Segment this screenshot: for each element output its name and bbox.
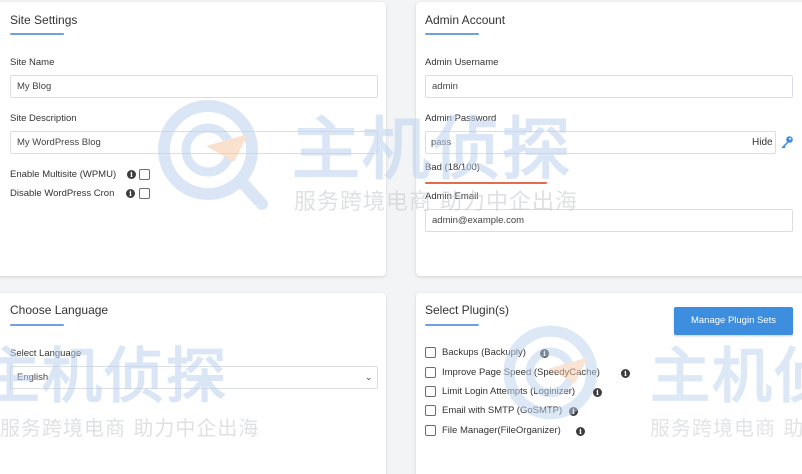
admin-email-input[interactable]: admin@example.com — [425, 209, 793, 232]
plugin-label: Improve Page Speed (SpeedyCache) — [442, 367, 600, 378]
disable-cron-checkbox[interactable] — [139, 188, 150, 199]
info-icon[interactable]: i — [540, 349, 549, 358]
multisite-checkbox[interactable] — [139, 169, 150, 180]
site-description-input[interactable]: My WordPress Blog — [10, 131, 378, 154]
select-plugins-card: Select Plugin(s) Manage Plugin Sets Back… — [416, 293, 802, 474]
admin-account-card: Admin Account Admin Username admin Admin… — [416, 2, 802, 276]
plugin-checkbox-backuply[interactable] — [425, 347, 436, 358]
admin-account-title-underline — [425, 33, 479, 35]
disable-cron-info-icon[interactable]: i — [126, 189, 135, 198]
site-settings-title: Site Settings — [10, 13, 78, 27]
select-plugins-title-underline — [425, 324, 479, 326]
choose-language-card: Choose Language Select Language English … — [0, 293, 386, 474]
multisite-label: Enable Multisite (WPMU) — [10, 169, 117, 180]
hide-password-toggle[interactable]: Hide — [752, 137, 773, 148]
info-icon[interactable]: i — [621, 369, 630, 378]
plugin-checkbox-gosmtp[interactable] — [425, 405, 436, 416]
disable-cron-label: Disable WordPress Cron — [10, 188, 115, 199]
chevron-down-icon[interactable]: ⌄ — [365, 372, 373, 383]
select-plugins-title: Select Plugin(s) — [425, 303, 510, 317]
site-description-label: Site Description — [10, 113, 77, 124]
admin-password-input[interactable]: pass — [425, 131, 776, 154]
plugin-label: Email with SMTP (GoSMTP) — [442, 405, 563, 416]
manage-plugin-sets-button[interactable]: Manage Plugin Sets — [674, 307, 793, 335]
site-settings-card: Site Settings Site Name My Blog Site Des… — [0, 2, 386, 276]
info-icon[interactable]: i — [569, 407, 578, 416]
admin-username-input[interactable]: admin — [425, 75, 793, 98]
plugin-checkbox-speedycache[interactable] — [425, 367, 436, 378]
plugin-label: Backups (Backuply) — [442, 347, 526, 358]
password-strength-bar — [425, 182, 547, 184]
admin-email-label: Admin Email — [425, 191, 479, 202]
installer-page: Site Settings Site Name My Blog Site Des… — [0, 0, 802, 474]
plugin-label: File Manager(FileOrganizer) — [442, 425, 561, 436]
admin-username-label: Admin Username — [425, 57, 499, 68]
multisite-info-icon[interactable]: i — [127, 170, 136, 179]
choose-language-title: Choose Language — [10, 303, 109, 317]
password-strength-text: Bad (18/100) — [425, 162, 480, 173]
site-settings-title-underline — [10, 33, 64, 35]
plugin-checkbox-fileorganizer[interactable] — [425, 425, 436, 436]
key-icon[interactable] — [780, 135, 794, 149]
plugin-checkbox-loginizer[interactable] — [425, 386, 436, 397]
choose-language-title-underline — [10, 324, 64, 326]
select-language-label: Select Language — [10, 348, 82, 359]
language-select[interactable]: English — [10, 366, 378, 389]
info-icon[interactable]: i — [593, 388, 602, 397]
site-name-input[interactable]: My Blog — [10, 75, 378, 98]
info-icon[interactable]: i — [576, 427, 585, 436]
admin-account-title: Admin Account — [425, 13, 506, 27]
admin-password-label: Admin Password — [425, 113, 497, 124]
plugin-label: Limit Login Attempts (Loginizer) — [442, 386, 576, 397]
site-name-label: Site Name — [10, 57, 55, 68]
